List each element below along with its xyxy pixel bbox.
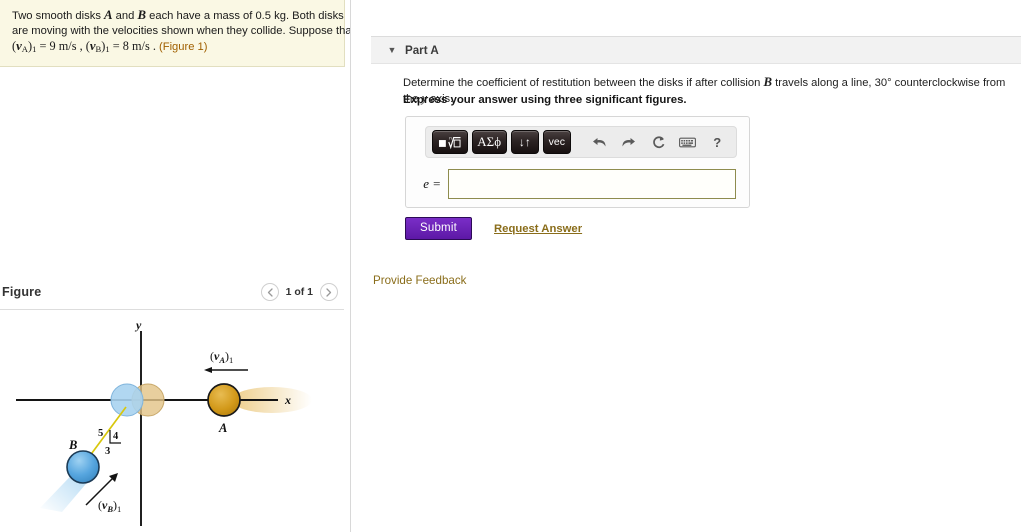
answer-row: e = — [414, 168, 744, 200]
vector-label: vec — [548, 136, 565, 148]
undo-icon[interactable] — [587, 130, 612, 154]
problem-line-1: Two smooth disks A and B each have a mas… — [12, 8, 344, 24]
keyboard-icon[interactable] — [675, 130, 700, 154]
left-column: Two smooth disks A and B each have a mas… — [0, 0, 355, 532]
question-disk-b-var: B — [763, 75, 773, 89]
updown-arrows-label: ↓↑ — [518, 135, 531, 149]
va-fig-order: 1 — [229, 355, 233, 365]
figure-page-label: 1 of 1 — [285, 286, 313, 298]
submit-row: Submit Request Answer — [405, 217, 582, 240]
question-text-pre: Determine the coefficient of restitution… — [403, 77, 764, 89]
help-icon[interactable]: ? — [705, 130, 730, 154]
redo-glyph — [622, 137, 636, 146]
disk-a — [207, 383, 241, 417]
disk-b-ghost — [110, 383, 144, 417]
y-axis-label: y — [134, 318, 142, 332]
physics-diagram: x y 5 4 3 B A (vA)1 (vB)1 — [0, 312, 344, 532]
part-a-header[interactable]: ▼ Part A — [371, 36, 1021, 64]
undo-glyph — [592, 137, 606, 146]
template-math-button[interactable]: n — [432, 130, 468, 154]
chevron-left-icon — [267, 287, 273, 297]
answer-variable-label: e = — [423, 176, 441, 191]
problem-text-2: and — [112, 10, 138, 22]
page-root: Two smooth disks A and B each have a mas… — [0, 0, 1024, 532]
submit-button[interactable]: Submit — [405, 217, 472, 240]
x-axis-label: x — [284, 393, 291, 407]
figure-link[interactable]: (Figure 1) — [159, 41, 208, 53]
part-a-label: Part A — [405, 43, 439, 57]
disk-b-var: B — [137, 8, 147, 22]
keyboard-glyph — [679, 137, 697, 147]
figure-prev-button[interactable] — [260, 283, 279, 301]
velocity-b-label: (vB)1 — [98, 498, 121, 514]
provide-feedback-link[interactable]: Provide Feedback — [373, 274, 466, 287]
figure-divider — [0, 309, 344, 310]
chevron-right-icon — [326, 287, 332, 297]
triangle-vertical-label: 4 — [113, 431, 119, 442]
math-toolbar: n ΑΣϕ ↓↑ vec ? — [425, 126, 737, 158]
collision-diagram-svg: x y 5 4 3 B A (vA)1 (vB)1 — [16, 318, 312, 526]
problem-text-3: each have a mass of 0.5 kg. Both disks — [146, 10, 344, 22]
updown-arrows-button[interactable]: ↓↑ — [510, 130, 539, 154]
figure-title: Figure — [2, 285, 42, 299]
velocity-a-label: (vA)1 — [210, 349, 233, 365]
right-column: ▼ Part A Determine the coefficient of re… — [351, 0, 1024, 532]
problem-line-3: (vA)1 = 9 m/s , (vB)1 = 8 m/s . (Figure … — [12, 39, 208, 54]
reset-glyph — [653, 135, 665, 148]
problem-line-2: are moving with the velocities shown whe… — [12, 25, 355, 37]
help-label: ? — [713, 134, 722, 150]
vector-button[interactable]: vec — [542, 130, 571, 154]
vb-fig-order: 1 — [117, 504, 121, 514]
figure-header: Figure 1 of 1 — [0, 283, 344, 310]
significant-figures-note: Express your answer using three signific… — [403, 94, 687, 106]
redo-icon[interactable] — [616, 130, 641, 154]
vb-value: = 8 m/s . — [109, 39, 156, 53]
reset-icon[interactable] — [646, 130, 671, 154]
problem-text-1: Two smooth disks — [12, 10, 105, 22]
greek-symbols-label: ΑΣϕ — [477, 134, 502, 149]
disk-b — [66, 450, 100, 484]
figure-next-button[interactable] — [320, 283, 338, 301]
problem-statement: Two smooth disks A and B each have a mas… — [0, 0, 355, 67]
velocity-a-arrowhead — [204, 367, 212, 373]
triangle-hypotenuse-label: 5 — [98, 428, 103, 439]
answer-input[interactable] — [448, 169, 736, 199]
disk-a-label: A — [218, 421, 227, 435]
svg-text:n: n — [449, 135, 452, 140]
va-value: = 9 m/s , — [36, 39, 83, 53]
greek-symbols-button[interactable]: ΑΣϕ — [471, 130, 507, 154]
disk-a-var: A — [104, 8, 113, 22]
disk-b-label: B — [68, 438, 77, 452]
chevron-down-icon[interactable]: ▼ — [381, 45, 403, 55]
answer-entry-box: n ΑΣϕ ↓↑ vec ? e = — [405, 116, 750, 208]
triangle-horizontal-label: 3 — [105, 446, 110, 457]
template-math-icon: n — [438, 135, 461, 149]
figure-pager: 1 of 1 — [260, 283, 338, 301]
request-answer-link[interactable]: Request Answer — [494, 223, 582, 235]
